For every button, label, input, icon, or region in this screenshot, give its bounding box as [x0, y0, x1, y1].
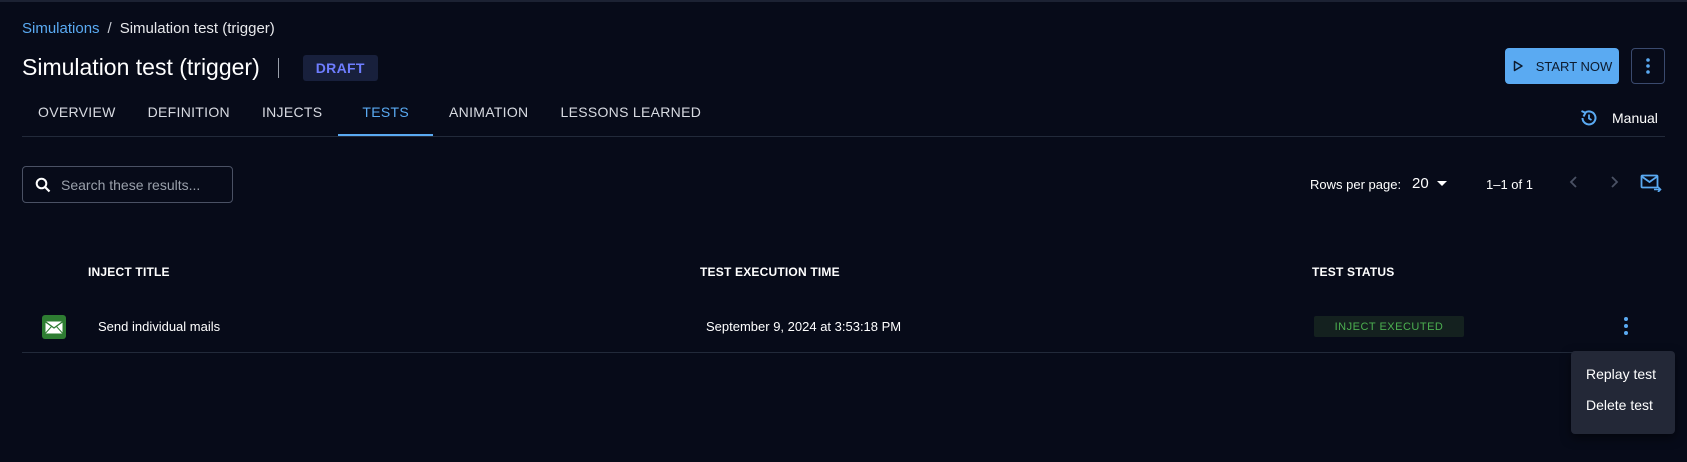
more-actions-button[interactable] [1631, 48, 1665, 84]
tab-bar: OVERVIEW DEFINITION INJECTS TESTS ANIMAT… [22, 94, 717, 136]
status-badge: DRAFT [302, 54, 378, 81]
execution-time-cell: September 9, 2024 at 3:53:18 PM [706, 319, 902, 334]
play-icon [1513, 60, 1523, 72]
row-more-button[interactable] [1618, 316, 1634, 341]
page-title: Simulation test (trigger) [22, 54, 260, 80]
tab-animation[interactable]: ANIMATION [433, 94, 544, 136]
more-vert-icon [1646, 58, 1650, 74]
chevron-left-icon [1569, 176, 1577, 188]
tabs-divider [22, 136, 1665, 137]
mail-icon [42, 315, 66, 339]
replay-test-menu-item[interactable]: Replay test [1571, 359, 1675, 390]
chevron-right-icon [1611, 176, 1619, 188]
breadcrumb-simulations-link[interactable]: Simulations [22, 20, 100, 37]
start-now-label: START NOW [1535, 58, 1613, 74]
inject-title-cell: Send individual mails [98, 319, 221, 334]
column-header-test-status[interactable]: TEST STATUS [1312, 265, 1394, 279]
column-header-inject-title[interactable]: INJECT TITLE [88, 265, 170, 279]
breadcrumb-separator: / [107, 20, 112, 37]
tab-tests[interactable]: TESTS [338, 94, 433, 136]
refresh-icon [1581, 110, 1597, 126]
search-box[interactable] [22, 166, 233, 203]
previous-page-button[interactable] [1565, 173, 1583, 196]
row-divider [22, 352, 1665, 353]
test-status-badge: INJECT EXECUTED [1314, 316, 1464, 337]
search-input[interactable] [61, 176, 211, 193]
title-divider [277, 57, 279, 78]
next-page-button[interactable] [1605, 173, 1623, 196]
start-now-button[interactable]: START NOW [1505, 48, 1619, 84]
mail-export-icon [1640, 174, 1662, 193]
tab-lessons-learned[interactable]: LESSONS LEARNED [544, 94, 717, 136]
rows-per-page-value: 20 [1412, 175, 1429, 192]
page: Simulations / Simulation test (trigger) … [0, 0, 1687, 462]
tab-definition[interactable]: DEFINITION [132, 94, 246, 136]
dropdown-caret-icon [1436, 181, 1447, 186]
row-context-menu: Replay test Delete test [1571, 351, 1675, 434]
search-icon [35, 177, 51, 192]
breadcrumb-current: Simulation test (trigger) [119, 20, 275, 37]
more-vert-icon [1624, 317, 1628, 335]
rows-per-page-select[interactable]: 20 [1412, 175, 1447, 192]
tab-overview[interactable]: OVERVIEW [22, 94, 132, 136]
manual-mode-label: Manual [1612, 110, 1658, 126]
manual-mode-button[interactable]: Manual [1578, 107, 1658, 129]
tab-injects[interactable]: INJECTS [246, 94, 338, 136]
top-divider [0, 0, 1687, 2]
rows-per-page-label: Rows per page: [1310, 177, 1402, 192]
column-header-test-execution-time[interactable]: TEST EXECUTION TIME [700, 265, 840, 279]
pagination-range: 1–1 of 1 [1486, 177, 1533, 192]
breadcrumb: Simulations / Simulation test (trigger) [22, 20, 275, 37]
export-mail-button[interactable] [1640, 174, 1662, 197]
delete-test-menu-item[interactable]: Delete test [1571, 390, 1675, 421]
title-row: Simulation test (trigger) DRAFT [22, 54, 378, 81]
